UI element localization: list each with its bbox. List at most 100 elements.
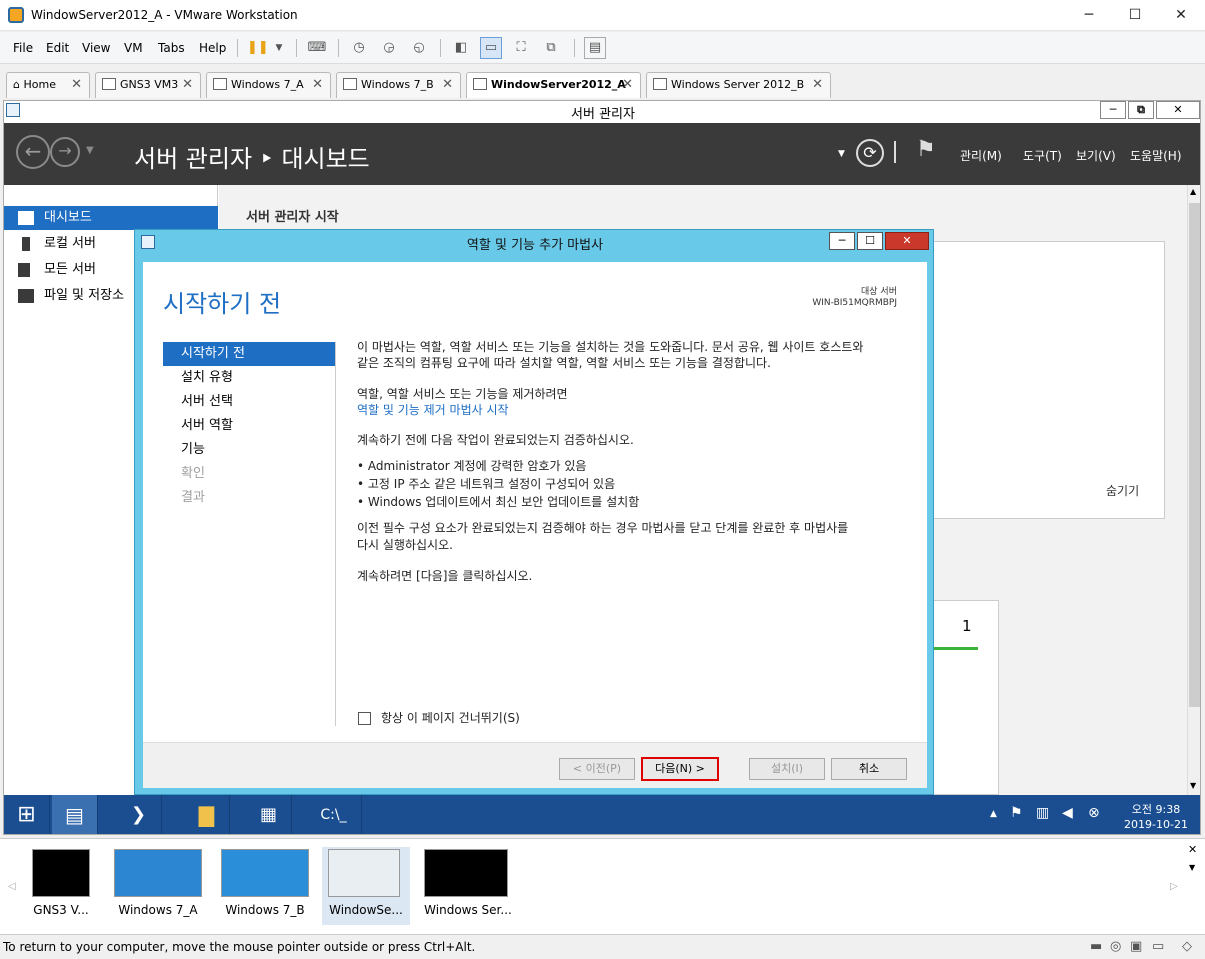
cancel-button[interactable]: 취소 <box>831 758 907 780</box>
forward-icon[interactable]: → <box>50 137 80 167</box>
powershell-icon[interactable]: ❯ <box>116 795 162 834</box>
tab-windows-7-a[interactable]: Windows 7_A ✕ <box>206 72 331 98</box>
network-adapter-icon[interactable]: ▣ <box>1130 939 1142 954</box>
chevron-down-icon[interactable]: ▼ <box>838 149 845 159</box>
chevron-down-icon[interactable]: ▼ <box>1189 863 1195 872</box>
clock-date[interactable]: 2019-10-21 <box>1116 818 1196 831</box>
volume-tray-icon[interactable]: ◀ <box>1062 805 1073 821</box>
hdd-icon[interactable]: ▬ <box>1090 939 1102 954</box>
hide-link[interactable]: 숨기기 <box>1106 482 1139 499</box>
guest-taskbar: ⊞ ▤ ❯ ▇ ▦ C:\_ ▲ ⚑ ▥ ◀ ⊗ 오전 9:38 2019-10… <box>4 795 1200 834</box>
flag-tray-icon[interactable]: ⚑ <box>1010 805 1023 821</box>
close-icon[interactable]: ✕ <box>622 73 633 97</box>
thumbnail-windows7b[interactable]: Windows 7_B <box>221 849 309 917</box>
menu-tools[interactable]: 도구(T) <box>1023 147 1062 164</box>
minimize-button[interactable]: ─ <box>1066 0 1112 31</box>
console-view-icon[interactable]: ▭ <box>480 37 502 59</box>
scroll-down-icon[interactable]: ▼ <box>1190 781 1196 790</box>
menu-file[interactable]: File <box>13 41 33 55</box>
message-icon[interactable]: ◇ <box>1182 939 1192 954</box>
step-server-selection[interactable]: 서버 선택 <box>163 390 335 414</box>
step-before-you-begin[interactable]: 시작하기 전 <box>163 342 335 366</box>
snapshot-icon[interactable]: ◷ <box>348 37 370 59</box>
cd-icon[interactable]: ◎ <box>1110 939 1121 954</box>
sm-minimize-button[interactable]: ─ <box>1100 101 1126 119</box>
cmd-icon[interactable]: C:\_ <box>306 795 362 834</box>
skip-page-checkbox[interactable] <box>358 712 371 725</box>
unity-icon[interactable]: ⧉ <box>540 37 562 59</box>
sidebar-toggle-icon[interactable]: ◧ <box>450 37 472 59</box>
install-button[interactable]: 설치(I) <box>749 758 825 780</box>
pause-icon[interactable]: ❚❚ <box>246 37 269 59</box>
chevron-down-icon[interactable]: ▼ <box>86 145 94 156</box>
menu-view[interactable]: View <box>82 41 110 55</box>
step-installation-type[interactable]: 설치 유형 <box>163 366 335 390</box>
refresh-icon[interactable]: ⟳ <box>856 139 884 167</box>
menu-help-sm[interactable]: 도움말(H) <box>1130 147 1182 164</box>
scroll-up-icon[interactable]: ▲ <box>1190 187 1196 196</box>
scroll-right-icon[interactable]: ▷ <box>1170 881 1178 892</box>
next-button[interactable]: 다음(N) > <box>641 757 719 781</box>
wizard-minimize-button[interactable]: ─ <box>829 232 855 250</box>
nav-dashboard[interactable]: 대시보드 <box>4 206 218 230</box>
vm-console[interactable]: 서버 관리자 ─ ⧉ ✕ ← → ▼ 서버 관리자 ‣ 대시보드 ▼ ⟳ ⚑ 관… <box>3 100 1201 835</box>
menu-tabs[interactable]: Tabs <box>158 41 185 55</box>
close-icon[interactable]: ✕ <box>182 73 193 97</box>
clock-time[interactable]: 오전 9:38 <box>1116 801 1196 817</box>
menu-view-sm[interactable]: 보기(V) <box>1076 147 1116 164</box>
tab-windows-server-2012-b[interactable]: Windows Server 2012_B ✕ <box>646 72 831 98</box>
thumbnail-windows7a[interactable]: Windows 7_A <box>114 849 202 917</box>
menu-help[interactable]: Help <box>199 41 226 55</box>
close-button[interactable]: ✕ <box>1158 0 1204 31</box>
sm-restore-button[interactable]: ⧉ <box>1128 101 1154 119</box>
network-tray-icon[interactable]: ▥ <box>1036 805 1049 821</box>
scroll-left-icon[interactable]: ◁ <box>8 881 16 892</box>
close-icon[interactable]: ✕ <box>71 73 82 97</box>
tab-gns3-vm3[interactable]: GNS3 VM3 ✕ <box>95 72 201 98</box>
close-icon[interactable]: ✕ <box>442 73 453 97</box>
skip-page-label[interactable]: 항상 이 페이지 건너뛰기(S) <box>381 710 520 727</box>
menu-vm[interactable]: VM <box>124 41 143 55</box>
wizard-heading: 시작하기 전 <box>163 290 282 318</box>
thumbnail-gns3[interactable]: GNS3 V... <box>30 849 118 917</box>
flag-icon[interactable]: ⚑ <box>916 137 936 162</box>
send-ctrl-alt-del-icon[interactable]: ⌨ <box>306 37 328 59</box>
previous-button[interactable]: < 이전(P) <box>559 758 635 780</box>
close-icon[interactable]: ✕ <box>812 73 823 97</box>
server-manager-taskbar-icon[interactable]: ▤ <box>52 795 98 834</box>
chevron-down-icon[interactable]: ▼ <box>268 37 290 59</box>
control-panel-icon[interactable]: ▦ <box>246 795 292 834</box>
close-icon[interactable]: ✕ <box>1188 843 1197 856</box>
thumbnail-view-icon[interactable]: ▤ <box>584 37 606 59</box>
snapshot-manager-icon[interactable]: ◵ <box>408 37 430 59</box>
start-icon[interactable]: ⊞ <box>4 795 50 834</box>
vmware-app-icon <box>8 7 24 23</box>
wizard-maximize-button[interactable]: ☐ <box>857 232 883 250</box>
tab-windowserver2012-a[interactable]: WindowServer2012_A ✕ <box>466 72 641 98</box>
dashboard-scrollbar[interactable]: ▲ ▼ <box>1187 185 1200 795</box>
menu-edit[interactable]: Edit <box>46 41 69 55</box>
back-icon[interactable]: ← <box>16 135 50 169</box>
step-features[interactable]: 기능 <box>163 438 335 462</box>
thumbnail-image <box>221 849 309 897</box>
thumbnail-windowserver-a[interactable]: WindowSe... <box>322 847 410 925</box>
roles-tile[interactable]: 1 <box>931 600 999 795</box>
revert-snapshot-icon[interactable]: ◶ <box>378 37 400 59</box>
menu-manage[interactable]: 관리(M) <box>960 147 1002 164</box>
step-server-roles[interactable]: 서버 역할 <box>163 414 335 438</box>
tab-home[interactable]: ⌂ Home ✕ <box>6 72 90 98</box>
remove-wizard-link[interactable]: 역할 및 기능 제거 마법사 시작 <box>357 402 509 419</box>
clear-tray-icon[interactable]: ⊗ <box>1088 805 1100 821</box>
fullscreen-icon[interactable]: ⛶ <box>510 37 532 59</box>
vmware-titlebar: WindowServer2012_A - VMware Workstation … <box>0 0 1205 31</box>
sm-close-button[interactable]: ✕ <box>1156 101 1200 119</box>
close-icon[interactable]: ✕ <box>312 73 323 97</box>
explorer-icon[interactable]: ▇ <box>184 795 230 834</box>
usb-icon[interactable]: ▭ <box>1152 939 1164 954</box>
wizard-close-button[interactable]: ✕ <box>885 232 929 250</box>
maximize-button[interactable]: ☐ <box>1112 0 1158 31</box>
scroll-thumb[interactable] <box>1189 203 1200 707</box>
thumbnail-windows-server-b[interactable]: Windows Ser... <box>424 849 512 917</box>
tab-windows-7-b[interactable]: Windows 7_B ✕ <box>336 72 461 98</box>
tray-expand-icon[interactable]: ▲ <box>990 809 997 819</box>
